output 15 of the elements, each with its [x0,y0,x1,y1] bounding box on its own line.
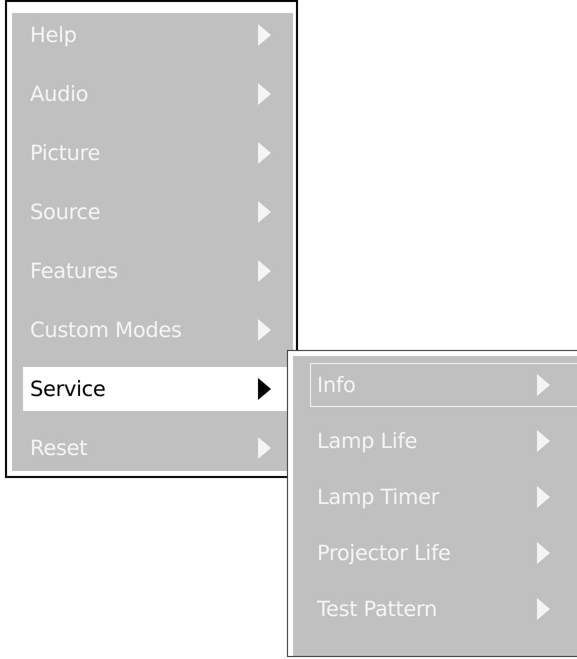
arrow-icon [537,374,550,396]
arrow-icon [258,319,271,341]
arrow-icon [537,598,550,620]
arrow-icon [258,437,271,459]
arrow-icon [537,430,550,452]
arrow-icon [258,201,271,223]
arrow-icon [537,542,550,564]
arrow-icon [537,486,550,508]
arrow-icon [258,24,271,46]
arrow-icon [258,260,271,282]
arrow-icon [258,378,271,400]
arrow-icon [258,83,271,105]
arrow-icon [258,142,271,164]
menu-item[interactable]: Service [23,367,288,411]
menu-item-label: Service [30,377,107,401]
